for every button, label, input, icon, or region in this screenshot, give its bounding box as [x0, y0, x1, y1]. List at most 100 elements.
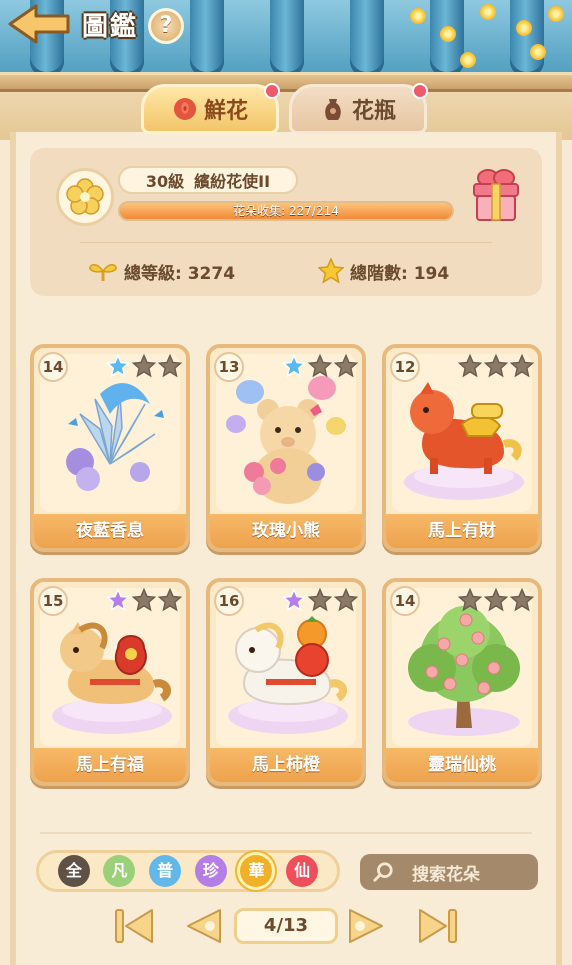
card-level: 15 [38, 586, 68, 616]
card-stars [458, 354, 534, 378]
card-name: 玫瑰小熊 [210, 514, 362, 548]
flower-badge-icon [66, 178, 104, 215]
rank-badge [56, 168, 114, 226]
roof-tile [350, 0, 384, 78]
flower-card[interactable]: 14 靈瑞仙桃 [382, 578, 542, 786]
roof-tile [270, 0, 304, 78]
star-icon [484, 588, 508, 612]
bottom-divider [40, 832, 532, 834]
star-icon [334, 588, 358, 612]
last-page-icon [419, 909, 457, 943]
star-icon [308, 354, 332, 378]
blossom-decoration [440, 26, 456, 42]
first-page-button[interactable] [112, 906, 156, 946]
gift-box-icon [473, 169, 519, 221]
card-name: 馬上有福 [34, 748, 186, 782]
filter-immortal[interactable]: 仙 [286, 855, 319, 887]
star-icon [458, 588, 482, 612]
search-icon [373, 862, 393, 882]
card-stars [106, 588, 182, 612]
card-stars [458, 588, 534, 612]
first-page-icon [115, 909, 153, 943]
card-stars [106, 354, 182, 378]
card-stars [282, 354, 358, 378]
tab-vase-label: 花瓶 [351, 99, 396, 124]
star-icon [510, 588, 534, 612]
star-icon [106, 588, 130, 612]
star-icon [158, 354, 182, 378]
gold-star-icon [318, 258, 344, 284]
card-name: 馬上有財 [386, 514, 538, 548]
notification-dot [412, 83, 428, 99]
flower-card[interactable]: 15 馬上有福 [30, 578, 190, 786]
card-stars [282, 588, 358, 612]
tab-flower-label: 鮮花 [203, 99, 248, 124]
card-level: 13 [214, 352, 244, 382]
page-title: 圖鑑 [82, 12, 139, 42]
rose-icon [173, 98, 196, 120]
star-icon [158, 588, 182, 612]
star-icon [282, 588, 306, 612]
star-icon [484, 354, 508, 378]
card-name: 靈瑞仙桃 [386, 748, 538, 782]
roof-eave [0, 72, 572, 92]
blossom-decoration [516, 20, 532, 36]
collection-progress-text: 花朵收集: 227/214 [233, 204, 339, 218]
player-level: 30級 [145, 172, 185, 191]
blossom-decoration [548, 6, 564, 22]
last-page-button[interactable] [416, 906, 460, 946]
back-button[interactable] [6, 2, 72, 46]
blossom-decoration [530, 44, 546, 60]
star-icon [334, 354, 358, 378]
filter-splendid[interactable]: 華 [240, 855, 273, 887]
star-icon [308, 588, 332, 612]
notification-dot [264, 83, 280, 99]
roof-tile [510, 0, 544, 78]
total-stars-stat: 總階數: 194 [318, 258, 449, 284]
filter-normal[interactable]: 普 [149, 855, 182, 887]
blossom-decoration [480, 4, 496, 20]
sprout-icon [89, 264, 117, 281]
tab-flower[interactable]: 鮮花 [141, 83, 280, 134]
star-icon [132, 354, 156, 378]
page-indicator: 4/13 [234, 908, 338, 944]
filter-all[interactable]: 全 [57, 855, 90, 887]
total-level-label: 總等級: 3274 [124, 263, 236, 284]
card-name: 馬上柿橙 [210, 748, 362, 782]
flower-card[interactable]: 13 玫瑰小熊 [206, 344, 366, 552]
previous-page-button[interactable] [180, 906, 224, 946]
vase-icon [325, 99, 341, 120]
next-page-icon [349, 909, 383, 943]
filter-common[interactable]: 凡 [103, 855, 136, 887]
back-arrow-icon [8, 4, 70, 44]
roof-tile [190, 0, 224, 78]
filter-rare[interactable]: 珍 [194, 855, 227, 887]
tab-vase[interactable]: 花瓶 [289, 83, 428, 134]
card-level: 16 [214, 586, 244, 616]
next-page-button[interactable] [346, 906, 390, 946]
level-ribbon: 30級 繽紛花使II [118, 166, 298, 194]
flower-card[interactable]: 14 夜藍香息 [30, 344, 190, 552]
help-button[interactable]: ? [148, 8, 184, 44]
card-level: 12 [390, 352, 420, 382]
profile-divider [80, 242, 492, 243]
star-icon [458, 354, 482, 378]
total-stars-label: 總階數: 194 [350, 263, 450, 284]
flower-card[interactable]: 12 馬上有財 [382, 344, 542, 552]
previous-page-icon [187, 909, 221, 943]
blossom-decoration [410, 8, 426, 24]
search-placeholder: 搜索花朵 [412, 864, 480, 885]
blossom-decoration [460, 52, 476, 68]
gift-reward-button[interactable] [470, 166, 522, 224]
card-level: 14 [38, 352, 68, 382]
star-icon [106, 354, 130, 378]
card-name: 夜藍香息 [34, 514, 186, 548]
rank-title: 繽紛花使II [194, 172, 271, 191]
star-icon [510, 354, 534, 378]
card-level: 14 [390, 586, 420, 616]
total-level-stat: 總等級: 3274 [88, 258, 235, 284]
collection-progress-bar: 花朵收集: 227/214 [118, 201, 454, 221]
search-input[interactable]: 搜索花朵 [360, 854, 538, 890]
flower-card[interactable]: 16 馬上柿橙 [206, 578, 366, 786]
star-icon [132, 588, 156, 612]
